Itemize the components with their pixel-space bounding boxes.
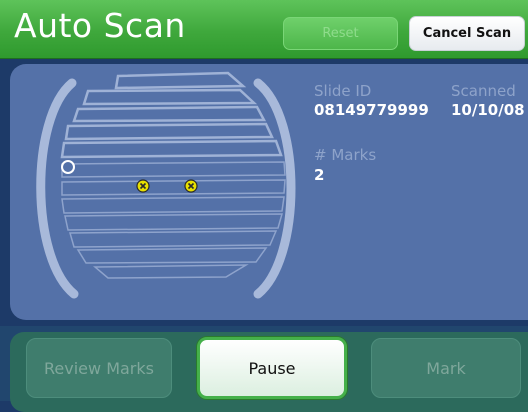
review-marks-button[interactable]: Review Marks <box>26 338 172 398</box>
mark-icon-1[interactable] <box>136 179 150 193</box>
scan-rows <box>61 161 286 279</box>
scanned-value: 10/10/08 <box>451 101 525 119</box>
mark-button[interactable]: Mark <box>371 338 521 398</box>
marks-count-label: # Marks <box>314 146 377 164</box>
mark-icon-2[interactable] <box>184 179 198 193</box>
scan-row-4 <box>64 213 283 231</box>
scan-path-5 <box>60 139 283 159</box>
scan-paths <box>60 71 283 159</box>
slide-id-value: 08149779999 <box>314 101 429 119</box>
marks-count-value: 2 <box>314 166 325 184</box>
scan-path-4 <box>64 122 274 141</box>
scan-row-3 <box>61 196 285 214</box>
scan-row-1 <box>61 161 286 178</box>
scan-row-7 <box>92 264 249 279</box>
pause-button[interactable]: Pause <box>197 337 347 399</box>
scan-path-3 <box>72 105 267 123</box>
slide-id-label: Slide ID <box>314 82 372 100</box>
scan-path-1 <box>114 71 247 90</box>
scan-row-5 <box>69 230 278 248</box>
cursor-circle-icon <box>61 160 75 174</box>
left-arc-bracket <box>36 78 79 299</box>
right-arc-bracket <box>253 78 296 299</box>
scan-row-2 <box>61 179 286 196</box>
scan-row-6 <box>76 247 268 264</box>
scan-path-2 <box>82 88 258 106</box>
scanned-label: Scanned <box>451 82 516 100</box>
